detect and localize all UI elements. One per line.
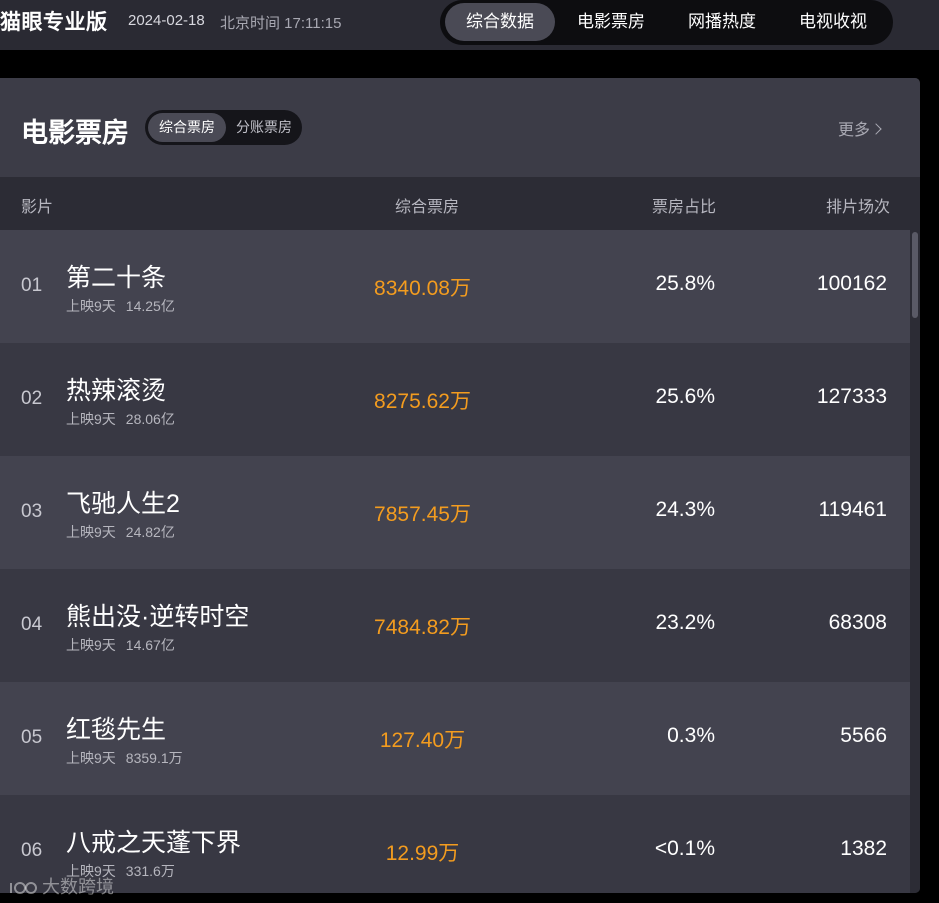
show-count: 5566 [840, 724, 887, 747]
film-meta: 上映9天 14.25亿 [66, 296, 175, 316]
film-meta: 上映9天 28.06亿 [66, 409, 175, 429]
daily-box-office: 8275.62万 [374, 390, 471, 413]
top-bar: 猫眼专业版 2024-02-18 北京时间 17:11:15 综合数据 电影票房… [0, 0, 939, 50]
more-label: 更多 [838, 122, 871, 139]
row-rank: 04 [21, 614, 43, 635]
show-count: 68308 [828, 611, 887, 634]
cumulative-box-office: 331.6万 [125, 863, 175, 879]
film-name: 第二十条 [66, 264, 167, 292]
tab-tv-ratings[interactable]: 电视收视 [778, 3, 888, 41]
row-rank: 06 [21, 840, 43, 861]
beijing-time: 北京时间 17:11:15 [220, 15, 342, 32]
box-office-share: 24.3% [655, 498, 715, 521]
release-days: 上映9天 [66, 524, 116, 540]
box-office-share: 25.8% [655, 272, 715, 295]
box-office-type-toggle: 综合票房 分账票房 [145, 110, 302, 145]
daily-box-office: 7484.82万 [374, 616, 471, 639]
current-date: 2024-02-18 [128, 12, 205, 29]
table-row[interactable]: 05 红毯先生 上映9天 8359.1万 127.40万 0.3% 5566 [0, 682, 910, 795]
release-days: 上映9天 [66, 637, 116, 653]
table-row[interactable]: 04 熊出没·逆转时空 上映9天 14.67亿 7484.82万 23.2% 68… [0, 569, 910, 682]
cumulative-box-office: 14.25亿 [125, 298, 175, 314]
app-title: 猫眼专业版 [0, 11, 108, 34]
daily-box-office: 8340.08万 [374, 277, 471, 300]
show-count: 1382 [840, 837, 887, 860]
show-count: 100162 [816, 272, 887, 295]
film-name: 飞驰人生2 [66, 490, 180, 518]
row-rank: 02 [21, 388, 43, 409]
row-rank: 05 [21, 727, 43, 748]
cumulative-box-office: 28.06亿 [125, 411, 175, 427]
watermark-text: 大数跨境 [42, 877, 114, 897]
cumulative-box-office: 14.67亿 [125, 637, 175, 653]
cumulative-box-office: 8359.1万 [125, 750, 183, 766]
watermark-logo-icon [10, 882, 37, 894]
film-name: 红毯先生 [66, 716, 167, 744]
show-count: 127333 [816, 385, 887, 408]
film-name: 八戒之天蓬下界 [66, 829, 242, 857]
film-meta: 上映9天 24.82亿 [66, 522, 175, 542]
subtab-total-box-office[interactable]: 综合票房 [148, 113, 226, 142]
panel-header: 电影票房 综合票房 分账票房 更多 [0, 78, 920, 177]
show-count: 119461 [818, 498, 887, 521]
film-name: 热辣滚烫 [66, 377, 167, 405]
table-row[interactable]: 06 八戒之天蓬下界 上映9天 331.6万 12.99万 <0.1% 1382 [0, 795, 910, 893]
row-rank: 03 [21, 501, 43, 522]
daily-box-office: 12.99万 [385, 842, 460, 865]
release-days: 上映9天 [66, 750, 116, 766]
row-rank: 01 [21, 275, 43, 296]
box-office-share: 23.2% [655, 611, 715, 634]
box-office-share: 25.6% [655, 385, 715, 408]
main-nav: 综合数据 电影票房 网播热度 电视收视 [440, 0, 893, 45]
subtab-split-box-office[interactable]: 分账票房 [229, 113, 299, 142]
release-days: 上映9天 [66, 411, 116, 427]
panel-title: 电影票房 [21, 118, 129, 148]
tab-overview[interactable]: 综合数据 [445, 3, 555, 41]
film-meta: 上映9天 8359.1万 [66, 748, 183, 768]
film-meta: 上映9天 14.67亿 [66, 635, 175, 655]
box-office-share: 0.3% [667, 724, 715, 747]
table-row[interactable]: 02 热辣滚烫 上映9天 28.06亿 8275.62万 25.6% 127333 [0, 343, 910, 456]
column-header-share: 票房占比 [652, 199, 717, 216]
table-row[interactable]: 01 第二十条 上映9天 14.25亿 8340.08万 25.8% 100162 [0, 230, 910, 343]
column-header-shows: 排片场次 [826, 199, 891, 216]
box-office-share: <0.1% [654, 837, 715, 860]
daily-box-office: 127.40万 [379, 729, 466, 752]
release-days: 上映9天 [66, 298, 116, 314]
box-office-panel: 电影票房 综合票房 分账票房 更多 影片 综合票房 票房占比 排片场次 01 第… [0, 78, 920, 893]
more-link[interactable]: 更多 [838, 116, 882, 140]
scrollbar-track[interactable] [910, 230, 920, 893]
daily-box-office: 7857.45万 [374, 503, 471, 526]
table-row[interactable]: 03 飞驰人生2 上映9天 24.82亿 7857.45万 24.3% 11946… [0, 456, 910, 569]
cumulative-box-office: 24.82亿 [125, 524, 175, 540]
chevron-right-icon [870, 123, 882, 135]
tab-movie-box-office[interactable]: 电影票房 [556, 3, 666, 41]
film-name: 熊出没·逆转时空 [66, 603, 250, 631]
column-header-box-office: 综合票房 [395, 199, 460, 216]
column-header-film: 影片 [21, 199, 54, 216]
tab-web-heat[interactable]: 网播热度 [667, 3, 777, 41]
table-header: 影片 综合票房 票房占比 排片场次 [0, 177, 920, 230]
watermark: 大数跨境 [8, 873, 114, 899]
scrollbar-thumb[interactable] [912, 232, 918, 318]
